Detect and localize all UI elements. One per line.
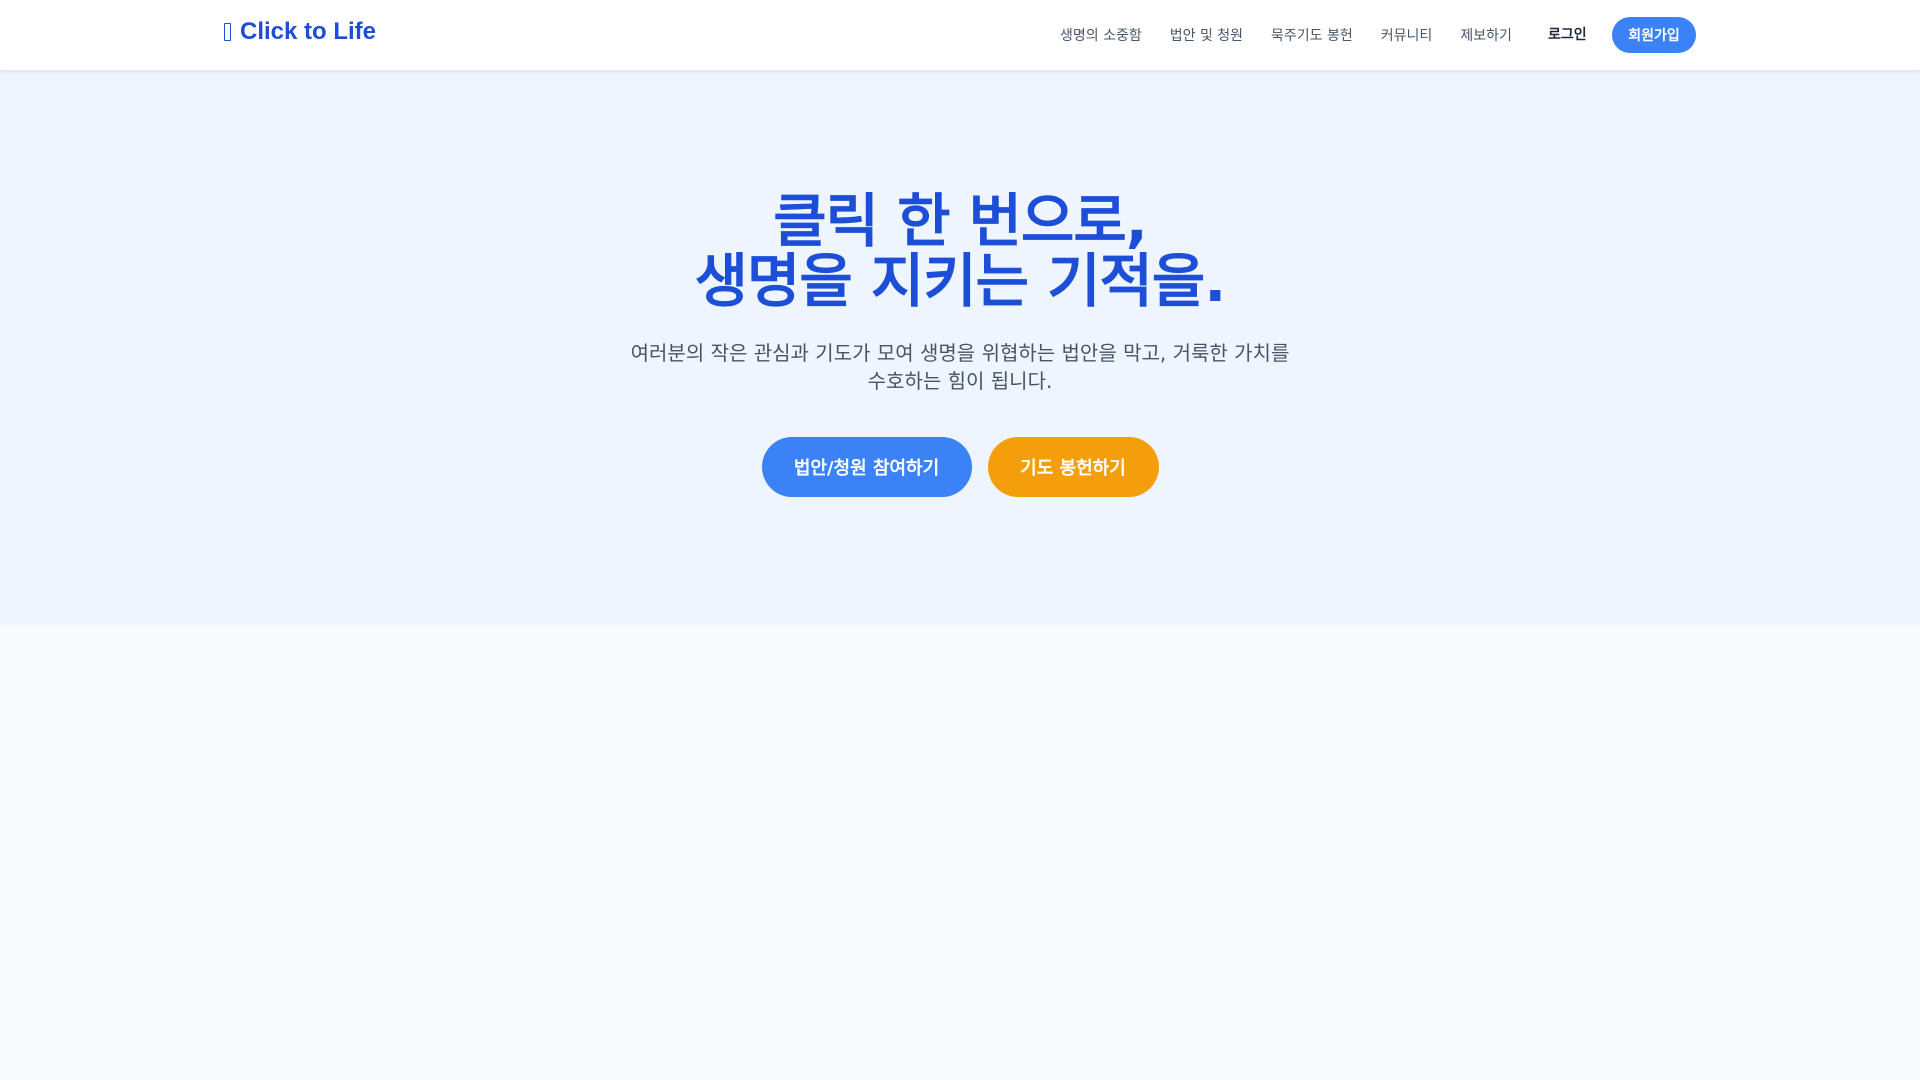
offer-prayer-button[interactable]: 기도 봉헌하기 — [987, 437, 1159, 497]
join-petition-button[interactable]: 법안/청원 참여하기 — [761, 437, 972, 497]
nav-link-value-of-life[interactable]: 생명의 소중함 — [1060, 25, 1142, 45]
nav-link-bills-petitions[interactable]: 법안 및 청원 — [1170, 25, 1243, 45]
hero-cta-group: 법안/청원 참여하기 기도 봉헌하기 — [0, 437, 1920, 497]
hero-title-line-2: 생명을 지키는 기적을. — [694, 247, 1227, 315]
main-nav: 생명의 소중함 법안 및 청원 묵주기도 봉헌 커뮤니티 제보하기 — [1060, 23, 1512, 47]
brand-icon — [224, 23, 231, 41]
nav-link-rosary-offering[interactable]: 묵주기도 봉헌 — [1271, 25, 1353, 45]
top-navbar: Click to Life 생명의 소중함 법안 및 청원 묵주기도 봉헌 커뮤… — [0, 0, 1920, 71]
signup-button[interactable]: 회원가입 — [1612, 17, 1696, 53]
brand-logo-link[interactable]: Click to Life — [224, 16, 376, 48]
brand-name: Click to Life — [240, 18, 377, 45]
login-link[interactable]: 로그인 — [1548, 23, 1587, 47]
nav-link-community[interactable]: 커뮤니티 — [1381, 25, 1433, 45]
lower-content-area — [0, 625, 1920, 1080]
hero-section: 클릭 한 번으로, 생명을 지키는 기적을. 여러분의 작은 관심과 기도가 모… — [0, 71, 1920, 625]
hero-subtitle: 여러분의 작은 관심과 기도가 모여 생명을 위협하는 법안을 막고, 거룩한 … — [630, 341, 1290, 393]
nav-link-report[interactable]: 제보하기 — [1460, 25, 1512, 45]
hero-title: 클릭 한 번으로, 생명을 지키는 기적을. — [0, 191, 1920, 311]
hero-title-line-1: 클릭 한 번으로, — [773, 187, 1148, 255]
